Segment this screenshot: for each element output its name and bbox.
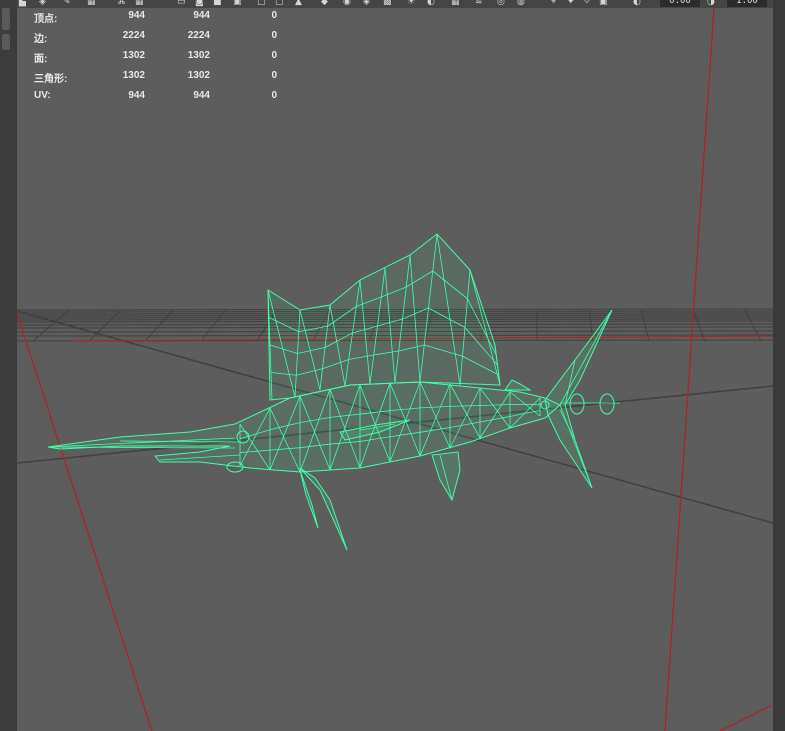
- bookmark-icon[interactable]: ✎: [63, 0, 71, 8]
- hud-row: UV: 944 944 0: [34, 90, 294, 104]
- hud-value-object: 1302: [122, 50, 145, 61]
- red-guide-line: [719, 704, 773, 731]
- exposure-field[interactable]: 0.00: [660, 0, 700, 7]
- sailfish-wireframe-model[interactable]: [47, 233, 620, 551]
- hud-label: 三角形:: [34, 74, 68, 85]
- hud-label: UV:: [34, 90, 51, 101]
- dorsal-finlet: [504, 379, 532, 391]
- safe-title-icon[interactable]: ▢: [275, 0, 284, 8]
- grid-line: [640, 309, 650, 342]
- screen-space-ao-icon[interactable]: ▦: [451, 0, 460, 8]
- hud-value-uv-shell: 0: [271, 50, 277, 61]
- panel-handle-secondary[interactable]: [2, 34, 10, 50]
- use-all-lights-icon[interactable]: ☀: [407, 0, 415, 8]
- hud-label: 顶点:: [34, 14, 58, 25]
- hud-label: 面:: [34, 54, 48, 65]
- hud-row: 顶点: 944 944 0: [34, 10, 294, 25]
- hud-row: 边: 2224 2224 0: [34, 30, 294, 45]
- hud-value-object: 1302: [122, 70, 145, 81]
- right-panel-edge: [773, 0, 785, 731]
- pelvic-fin: [299, 467, 348, 551]
- select-camera-icon[interactable]: ▙: [19, 0, 26, 8]
- hud-row: 三角形: 1302 1302 0: [34, 70, 294, 85]
- hud-value-selected: 1302: [187, 70, 210, 81]
- depth-of-field-icon[interactable]: ◍: [517, 0, 525, 8]
- film-gate-icon[interactable]: ▭: [177, 0, 186, 8]
- use-default-material-icon[interactable]: ◉: [343, 0, 351, 8]
- xray-icon[interactable]: ✦: [567, 0, 575, 8]
- maya-viewport-window: ▙ ◈ ✎ ▦ ⌘ ▦ ▭ ◙ ■ ▣ ▢ ▢ ▲ ◆ ◉ ◈ ▩ ☀ ◐ ▦ ≋ ◎ ◍ ⌖ ✦ ✧ ▣ ◐ ◑ 0.00 1.00 顶点…: [0, 0, 785, 731]
- hud-value-object: 944: [128, 90, 145, 101]
- viewport-canvas[interactable]: [17, 8, 773, 731]
- wireframe-icon[interactable]: ▲: [295, 0, 302, 8]
- grease-pencil-icon[interactable]: ⌘: [117, 0, 126, 8]
- camera-attributes-icon[interactable]: ◈: [39, 0, 46, 8]
- wireframe-on-shaded-icon[interactable]: ◈: [363, 0, 370, 8]
- isolate-select-icon[interactable]: ⌖: [551, 0, 556, 8]
- exposure-icon[interactable]: ◐: [633, 0, 641, 8]
- fish-body-outline: [47, 381, 561, 473]
- smooth-shade-icon[interactable]: ◆: [321, 0, 328, 8]
- multisample-aa-icon[interactable]: ◎: [497, 0, 505, 8]
- hud-value-selected: 944: [193, 90, 210, 101]
- xray-active-components-icon[interactable]: ▣: [599, 0, 608, 8]
- shadows-icon[interactable]: ◐: [427, 0, 435, 8]
- hud-value-object: 944: [128, 10, 145, 21]
- gamma-field[interactable]: 1.00: [727, 0, 767, 7]
- perspective-viewport[interactable]: [17, 8, 773, 731]
- tail-joint-ring: [569, 393, 585, 415]
- hud-value-selected: 944: [193, 10, 210, 21]
- panel-handle[interactable]: [2, 8, 10, 30]
- red-guide-line: [17, 312, 153, 731]
- hud-value-selected: 1302: [187, 50, 210, 61]
- hud-value-selected: 2224: [187, 30, 210, 41]
- hud-value-uv-shell: 0: [271, 10, 277, 21]
- xray-joints-icon[interactable]: ✧: [583, 0, 591, 8]
- hud-value-object: 2224: [122, 30, 145, 41]
- gate-mask-icon[interactable]: ■: [213, 0, 222, 8]
- safe-action-icon[interactable]: ▢: [257, 0, 266, 8]
- red-guide-line: [664, 8, 715, 731]
- image-plane-icon[interactable]: ▦: [87, 0, 96, 8]
- hud-value-uv-shell: 0: [271, 90, 277, 101]
- hud-label: 边:: [34, 34, 48, 45]
- textured-icon[interactable]: ▩: [383, 0, 392, 8]
- dorsal-sail-fin: [267, 233, 501, 401]
- left-panel-edge: [0, 0, 17, 731]
- grid-line: [200, 309, 226, 342]
- grid-icon[interactable]: ▦: [135, 0, 144, 8]
- viewport-panel-toolbar: ▙ ◈ ✎ ▦ ⌘ ▦ ▭ ◙ ■ ▣ ▢ ▢ ▲ ◆ ◉ ◈ ▩ ☀ ◐ ▦ ≋ ◎ ◍ ⌖ ✦ ✧ ▣ ◐ ◑ 0.00 1.00: [17, 0, 773, 8]
- resolution-gate-icon[interactable]: ◙: [195, 0, 204, 8]
- motion-blur-icon[interactable]: ≋: [475, 0, 483, 8]
- grid-line: [144, 309, 174, 342]
- hud-value-uv-shell: 0: [271, 30, 277, 41]
- hud-value-uv-shell: 0: [271, 70, 277, 81]
- gamma-icon[interactable]: ◑: [707, 0, 715, 8]
- field-chart-icon[interactable]: ▣: [233, 0, 242, 8]
- hud-row: 面: 1302 1302 0: [34, 50, 294, 65]
